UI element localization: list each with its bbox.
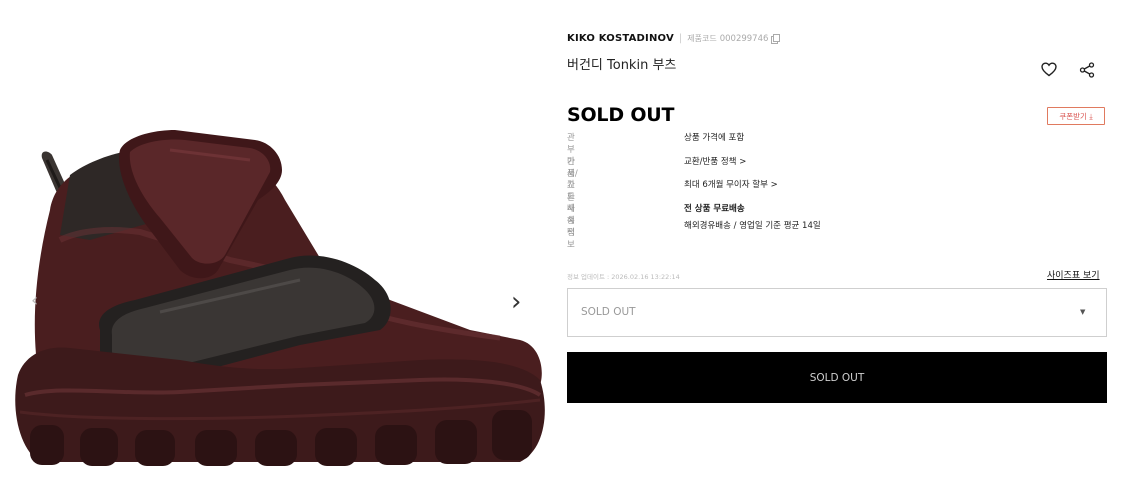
buy-button[interactable]: SOLD OUT bbox=[567, 352, 1107, 403]
product-image-gallery: ‹ › bbox=[0, 0, 545, 482]
product-code: 000299746 bbox=[719, 33, 769, 44]
share-icon[interactable] bbox=[1079, 62, 1095, 78]
spec-value: 상품 가격에 포함 bbox=[684, 133, 745, 143]
option-select-value: SOLD OUT bbox=[581, 306, 636, 318]
product-name: 버건디 Tonkin 부츠 bbox=[567, 58, 677, 73]
product-image[interactable] bbox=[0, 0, 545, 482]
brand-row: KIKO KOSTADINOV | 제품코드 000299746 bbox=[567, 33, 781, 44]
stock-status: SOLD OUT bbox=[567, 104, 675, 126]
option-select[interactable]: SOLD OUT ▼ bbox=[567, 288, 1107, 337]
product-code-label: 제품코드 bbox=[687, 34, 717, 43]
brand-link[interactable]: KIKO KOSTADINOV bbox=[567, 33, 674, 44]
spec-label: 배송정보 bbox=[567, 203, 575, 250]
heart-icon[interactable] bbox=[1041, 62, 1057, 77]
coupon-button[interactable]: 쿠폰받기 ⤓ bbox=[1047, 107, 1105, 125]
divider: | bbox=[678, 33, 683, 44]
chevron-right-icon[interactable]: › bbox=[511, 289, 521, 315]
spec-value-secondary: 해외경유배송 / 영업일 기준 평균 14일 bbox=[684, 220, 821, 231]
return-policy-link[interactable]: 교환/반품 정책 > bbox=[684, 155, 746, 167]
spec-value: 전 상품 무료배송 bbox=[684, 203, 745, 214]
caret-down-icon: ▼ bbox=[1080, 308, 1086, 316]
card-benefit-link[interactable]: 최대 6개월 무이자 할부 > bbox=[684, 178, 778, 190]
chevron-left-icon[interactable]: ‹ bbox=[31, 288, 38, 314]
update-timestamp: 정보 업데이트 : 2026.02.16 13:22:14 bbox=[567, 273, 680, 281]
product-info-panel: KIKO KOSTADINOV | 제품코드 000299746 버건디 Ton… bbox=[567, 0, 1108, 482]
copy-icon[interactable] bbox=[771, 33, 781, 44]
size-guide-link[interactable]: 사이즈표 보기 bbox=[1047, 268, 1100, 281]
